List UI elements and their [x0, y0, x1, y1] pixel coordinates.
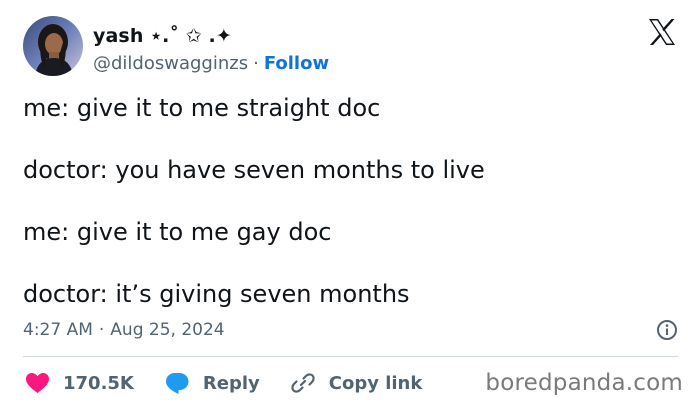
action-bar: 170.5K Reply Copy link	[25, 369, 452, 397]
reply-button[interactable]: Reply	[164, 371, 260, 395]
handle-row: @dildoswagginzs · Follow	[93, 50, 329, 76]
user-handle[interactable]: @dildoswagginzs	[93, 53, 248, 74]
follow-button[interactable]: Follow	[264, 53, 329, 74]
reply-label: Reply	[202, 372, 260, 394]
handle-separator: ·	[253, 52, 259, 74]
tweet-header: yash ⋆.˚ ✩ .✦ @dildoswagginzs · Follow	[23, 16, 329, 76]
like-button[interactable]: 170.5K	[25, 372, 134, 394]
tweet-line: me: give it to me straight doc	[23, 94, 381, 122]
heart-icon	[26, 373, 49, 393]
like-count: 170.5K	[63, 372, 134, 394]
tweet-line: doctor: it’s giving seven months	[23, 280, 410, 308]
tweet-time[interactable]: 4:27 AM	[23, 320, 93, 340]
tweet-metadata: 4:27 AM · Aug 25, 2024	[23, 316, 678, 344]
meta-separator: ·	[98, 320, 105, 340]
avatar[interactable]	[23, 16, 83, 76]
tweet-line: doctor: you have seven months to live	[23, 156, 485, 184]
user-info: yash ⋆.˚ ✩ .✦ @dildoswagginzs · Follow	[93, 23, 329, 76]
watermark: boredpanda.com	[485, 370, 683, 396]
copy-link-label: Copy link	[328, 372, 423, 394]
tweet-date[interactable]: Aug 25, 2024	[110, 320, 224, 340]
name-row: yash ⋆.˚ ✩ .✦	[93, 23, 329, 49]
copy-link-button[interactable]: Copy link	[290, 370, 423, 396]
divider	[23, 356, 678, 357]
info-icon[interactable]	[656, 319, 678, 341]
x-logo-icon[interactable]	[647, 17, 677, 47]
reply-bubble-icon	[165, 373, 189, 394]
link-icon	[291, 373, 315, 393]
display-name[interactable]: yash ⋆.˚ ✩ .✦	[93, 25, 232, 47]
avatar-image	[23, 16, 83, 76]
tweet-text: me: give it to me straight doc doctor: y…	[23, 93, 673, 341]
tweet-line: me: give it to me gay doc	[23, 218, 332, 246]
tweet-card: yash ⋆.˚ ✩ .✦ @dildoswagginzs · Follow m…	[0, 0, 700, 410]
